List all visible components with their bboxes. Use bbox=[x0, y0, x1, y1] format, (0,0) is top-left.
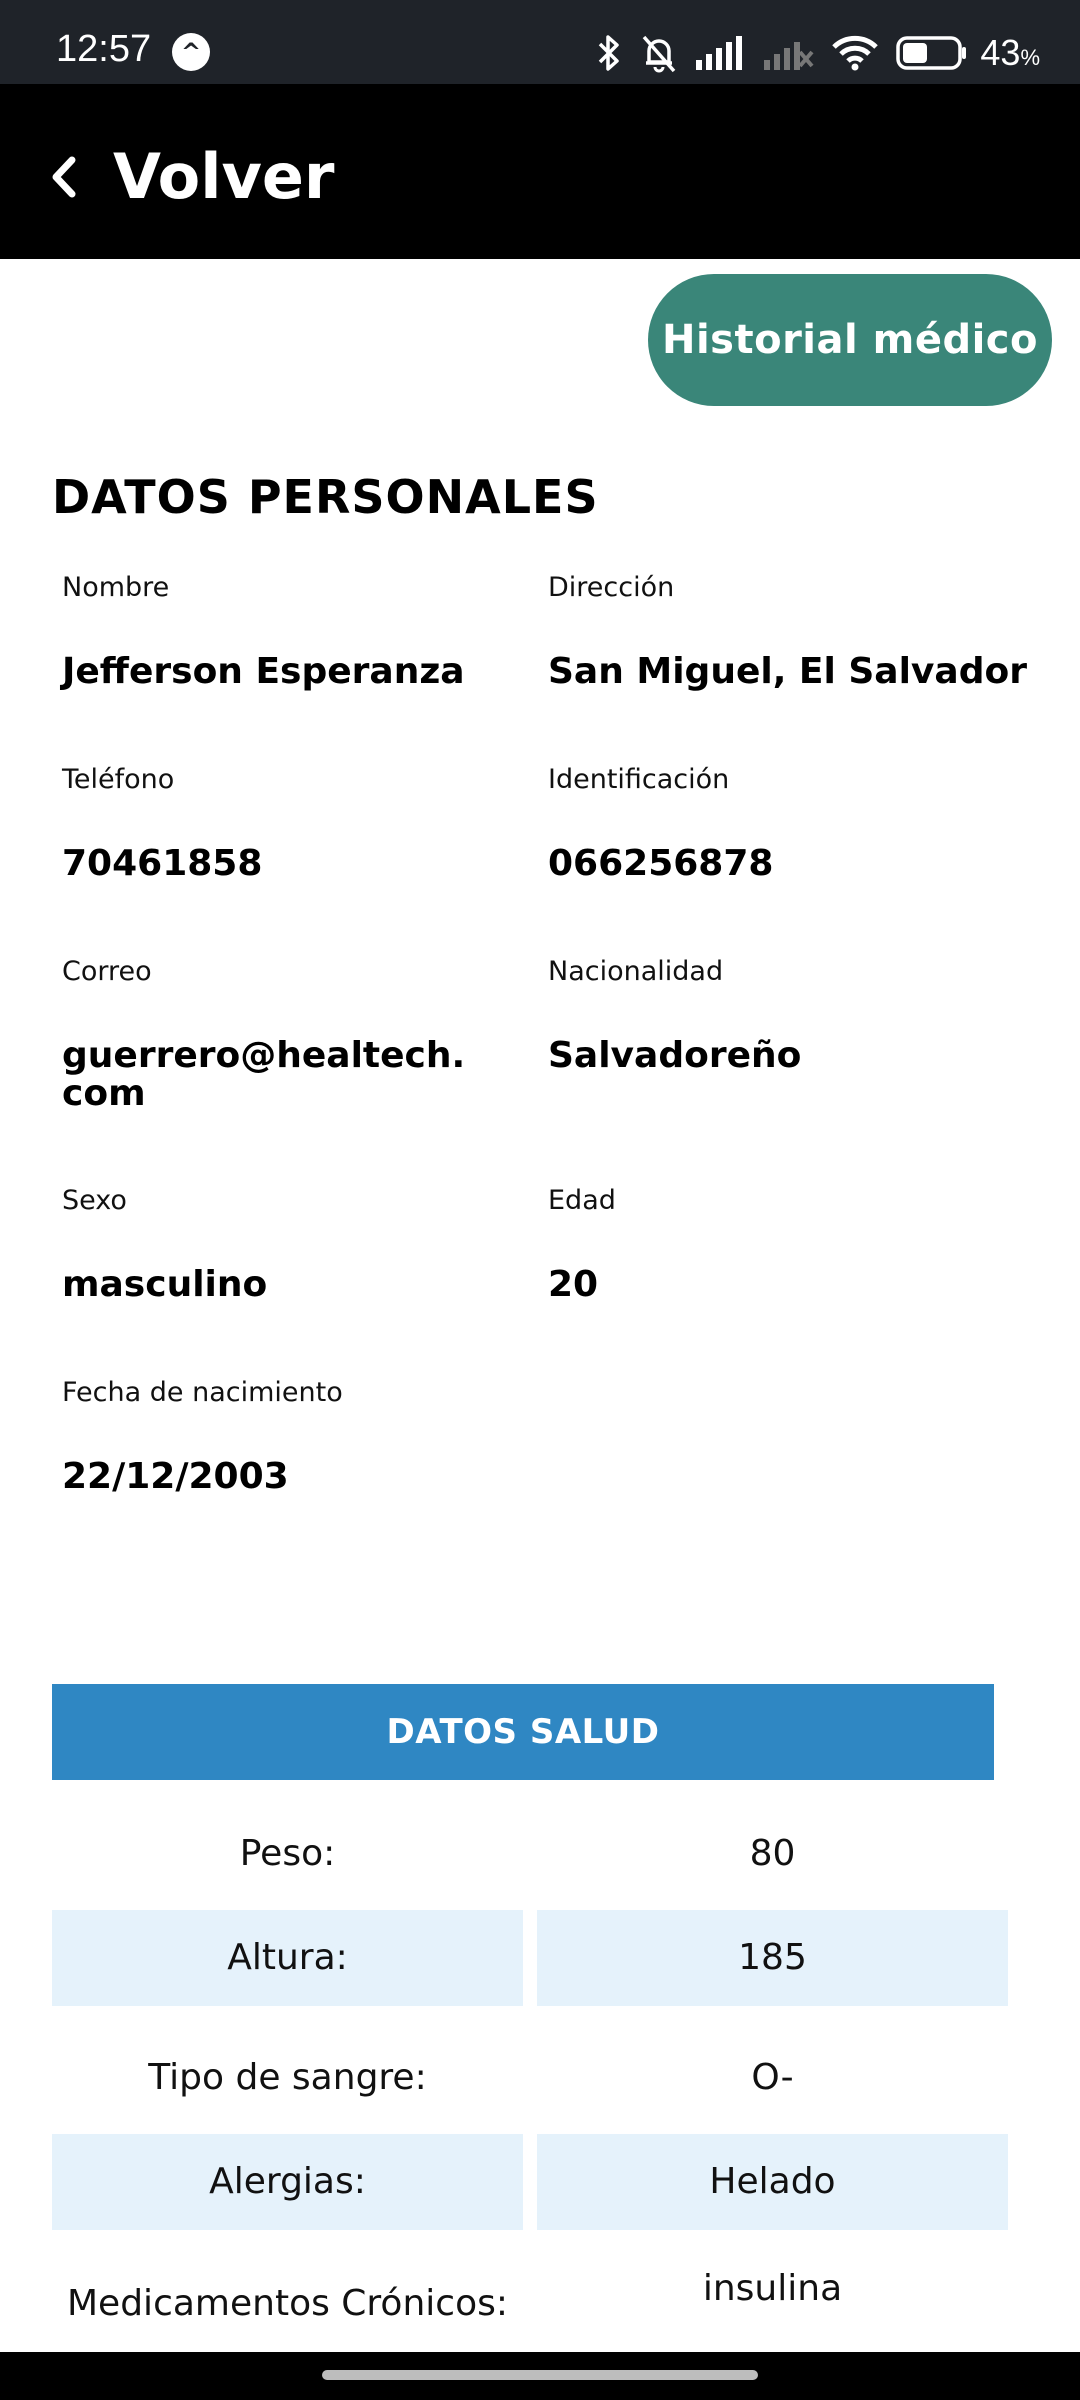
field-label: Sexo bbox=[62, 1185, 127, 1216]
health-data-header: DATOS SALUD bbox=[52, 1684, 994, 1780]
battery-icon bbox=[896, 36, 967, 70]
screen: 12:57 ^ 43% Volver Historial médico DATO… bbox=[0, 0, 1080, 2400]
field-label: Dirección bbox=[548, 572, 675, 603]
field-label: Fecha de nacimiento bbox=[62, 1377, 343, 1408]
field-name: Nombre Jefferson Esperanza bbox=[62, 572, 482, 691]
field-phone: Teléfono 70461858 bbox=[62, 764, 482, 883]
signal-icon bbox=[696, 36, 743, 70]
status-time: 12:57 bbox=[56, 28, 152, 70]
field-label: Edad bbox=[548, 1185, 616, 1216]
status-bar: 12:57 ^ 43% bbox=[0, 0, 1080, 84]
health-key: Tipo de sangre: bbox=[148, 2057, 427, 2098]
field-value: guerrero@healtech.com bbox=[62, 1035, 466, 1114]
health-value: Helado bbox=[537, 2134, 1008, 2230]
field-nationality: Nacionalidad Salvadoreño bbox=[548, 956, 1048, 1075]
field-label: Identificación bbox=[548, 764, 730, 795]
system-nav-bar bbox=[0, 2352, 1080, 2400]
health-value: 185 bbox=[537, 1910, 1008, 2006]
medical-history-button[interactable]: Historial médico bbox=[648, 274, 1052, 406]
personal-data-title: DATOS PERSONALES bbox=[52, 470, 599, 524]
field-value: 70461858 bbox=[62, 843, 263, 884]
field-age: Edad 20 bbox=[548, 1185, 1048, 1304]
field-address: Dirección San Miguel, El Salvador bbox=[548, 572, 1048, 691]
health-key: Medicamentos Crónicos: bbox=[67, 2283, 508, 2324]
field-value: 20 bbox=[548, 1264, 599, 1305]
health-key: Alergias: bbox=[52, 2134, 523, 2230]
bluetooth-icon bbox=[599, 35, 620, 71]
field-birthdate: Fecha de nacimiento 22/12/2003 bbox=[62, 1377, 482, 1496]
app-header: Volver bbox=[0, 84, 1080, 259]
field-value: 22/12/2003 bbox=[62, 1456, 289, 1497]
signal-no-service-icon bbox=[764, 42, 814, 70]
health-key: Altura: bbox=[52, 1910, 523, 2006]
health-value: insulina bbox=[702, 2268, 843, 2309]
field-label: Correo bbox=[62, 956, 152, 987]
health-row-weight: Peso: 80 bbox=[52, 1806, 1008, 1902]
field-label: Nacionalidad bbox=[548, 956, 724, 987]
health-row-height: Altura: 185 bbox=[52, 1910, 1008, 2006]
health-row-chronic-meds: Medicamentos Crónicos: insulina bbox=[52, 2256, 1008, 2352]
field-label: Nombre bbox=[62, 572, 170, 603]
battery-percentage: 43% bbox=[980, 32, 1040, 73]
app-notification-icon: ^ bbox=[172, 33, 210, 71]
field-value: San Miguel, El Salvador bbox=[548, 651, 1027, 692]
field-identification: Identificación 066256878 bbox=[548, 764, 1048, 883]
health-key: Peso: bbox=[239, 1833, 336, 1874]
field-value: Salvadoreño bbox=[548, 1035, 802, 1076]
health-row-allergies: Alergias: Helado bbox=[52, 2134, 1008, 2230]
field-value: 066256878 bbox=[548, 843, 774, 884]
status-icons: 43% bbox=[596, 28, 1040, 78]
field-sex: Sexo masculino bbox=[62, 1185, 482, 1304]
health-row-blood-type: Tipo de sangre: O- bbox=[52, 2030, 1008, 2126]
chevron-left-icon[interactable] bbox=[48, 154, 78, 200]
field-email: Correo guerrero@healtech.com bbox=[62, 956, 482, 1113]
wifi-icon bbox=[832, 35, 879, 71]
back-button[interactable]: Volver bbox=[113, 140, 334, 213]
home-gesture-handle[interactable] bbox=[322, 2370, 758, 2380]
field-value: masculino bbox=[62, 1264, 268, 1305]
field-value: Jefferson Esperanza bbox=[62, 651, 465, 692]
health-value: 80 bbox=[749, 1833, 796, 1874]
health-value: O- bbox=[751, 2057, 794, 2098]
field-label: Teléfono bbox=[62, 764, 175, 795]
bell-muted-icon bbox=[643, 35, 676, 73]
